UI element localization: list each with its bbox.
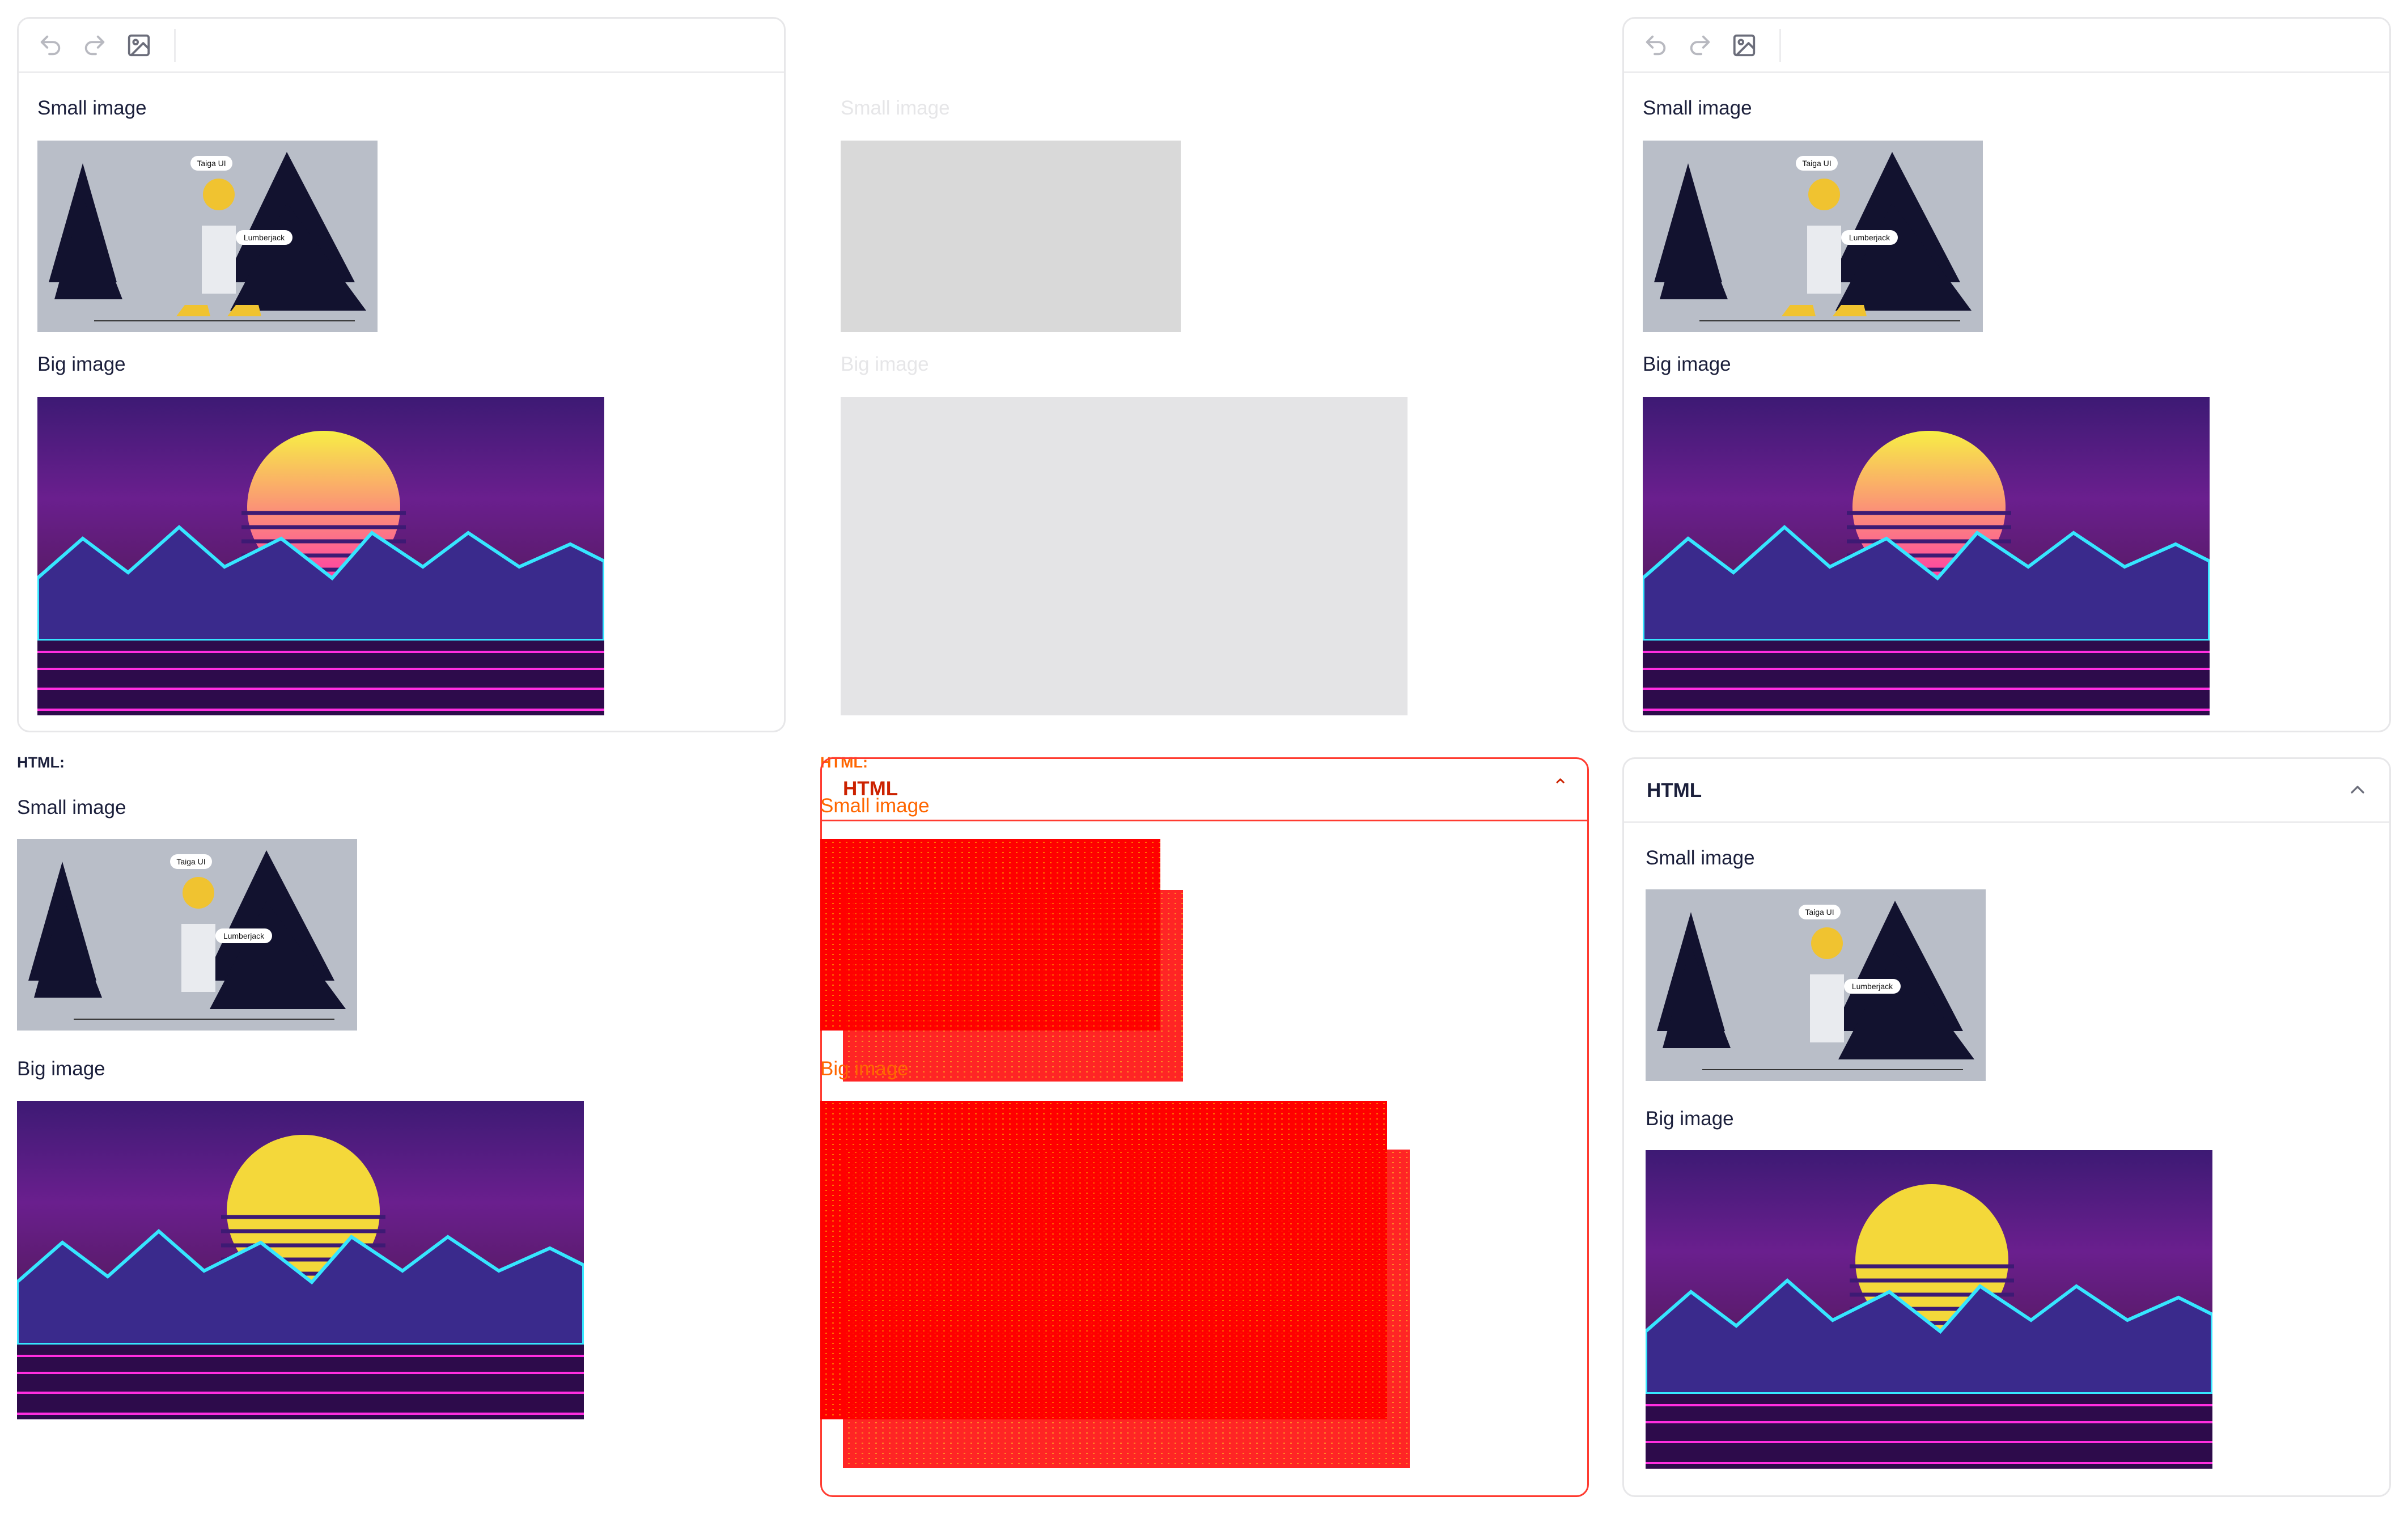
editor-toolbar <box>19 19 784 73</box>
big-image[interactable] <box>1643 397 2210 715</box>
tag-taiga: Taiga UI <box>1802 159 1831 168</box>
toolbar-separator <box>174 28 176 62</box>
big-image <box>841 397 1408 715</box>
tag-taiga: Taiga UI <box>176 857 205 866</box>
editor-panel-left: Small image Taiga UI Lumberjack Big imag… <box>17 17 786 732</box>
big-image-label: Big image <box>1643 353 1731 375</box>
small-image-label: Small image <box>841 97 950 119</box>
tag-taiga: Taiga UI <box>1805 908 1834 917</box>
debug-chevron-icon: ⌃ <box>1552 775 1569 798</box>
toolbar-separator <box>1779 28 1781 62</box>
undo-icon[interactable] <box>37 32 64 59</box>
accordion-big-image <box>1646 1150 2212 1469</box>
accordion-big-image-label: Big image <box>1646 1108 1734 1130</box>
accordion-small-image-label: Small image <box>1646 847 1755 869</box>
html-big-image <box>17 1101 584 1419</box>
small-image[interactable]: Taiga UI Lumberjack <box>1643 141 1983 332</box>
tag-taiga: Taiga UI <box>197 159 226 168</box>
image-icon[interactable] <box>125 32 152 59</box>
tag-lumberjack: Lumberjack <box>244 233 285 242</box>
html-accordion: HTML Small image Taiga UI Lumberjack Big… <box>1622 757 2391 1497</box>
redo-icon[interactable] <box>1686 32 1714 59</box>
html-small-image-label: Small image <box>17 796 126 819</box>
small-image <box>841 141 1181 332</box>
chevron-up-icon[interactable] <box>2346 778 2369 801</box>
editor-panel-disabled: Small image Big image <box>820 17 1589 732</box>
tag-lumberjack: Lumberjack <box>1852 982 1893 991</box>
big-image-label: Big image <box>841 353 929 375</box>
tag-lumberjack: Lumberjack <box>223 931 265 940</box>
html-section-label: HTML: <box>17 754 65 771</box>
big-image-label: Big image <box>37 353 126 375</box>
editor-panel-right: Small image Taiga UI Lumberjack Big imag… <box>1622 17 2391 732</box>
image-icon[interactable] <box>1731 32 1758 59</box>
undo-icon[interactable] <box>1642 32 1669 59</box>
tag-lumberjack: Lumberjack <box>1849 233 1890 242</box>
debug-big-image-label: Big image <box>820 1058 909 1080</box>
big-image[interactable] <box>37 397 604 715</box>
accordion-title: HTML <box>1647 779 1702 802</box>
debug-big-image-offset <box>843 1150 1410 1468</box>
html-small-image: Taiga UI Lumberjack <box>17 839 357 1031</box>
small-image[interactable]: Taiga UI Lumberjack <box>37 141 378 332</box>
debug-small-image-offset <box>843 890 1183 1082</box>
debug-accordion-header-line <box>820 820 1589 821</box>
html-big-image-label: Big image <box>17 1058 105 1080</box>
editor-toolbar <box>1624 19 2389 73</box>
redo-icon[interactable] <box>81 32 108 59</box>
debug-small-image-label: Small image <box>820 795 930 817</box>
small-image-label: Small image <box>1643 97 1752 119</box>
accordion-small-image: Taiga UI Lumberjack <box>1646 889 1986 1081</box>
small-image-label: Small image <box>37 97 147 119</box>
accordion-header[interactable]: HTML <box>1624 759 2389 823</box>
